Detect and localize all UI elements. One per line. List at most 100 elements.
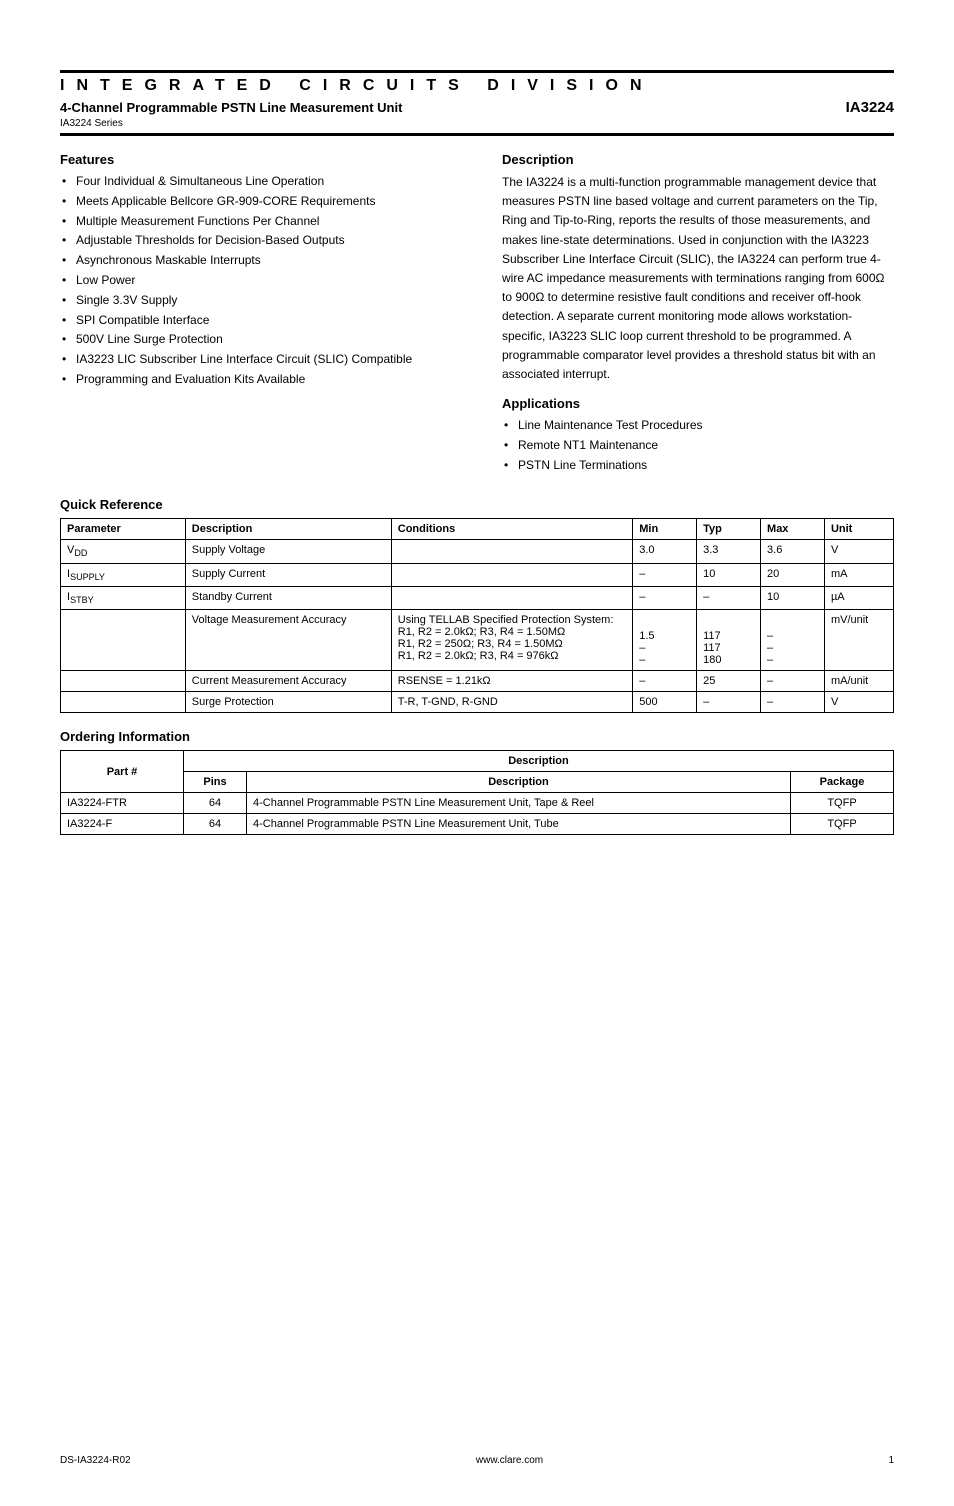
col-min: Min — [633, 519, 697, 540]
table-row: Surge Protection T-R, T-GND, R-GND 500 –… — [61, 692, 894, 713]
ordering-heading: Ordering Information — [60, 729, 894, 744]
col-typ: Typ — [697, 519, 761, 540]
cell: 500 — [633, 692, 697, 713]
doc-title: INTEGRATED CIRCUITS DIVISION — [60, 77, 894, 95]
cell: 20 — [761, 563, 825, 586]
page-footer: DS-IA3224-R02 www.clare.com 1 — [60, 1455, 894, 1466]
cell — [391, 563, 632, 586]
features-heading: Features — [60, 152, 452, 167]
table-row: IA3224-F 64 4-Channel Programmable PSTN … — [61, 814, 894, 835]
table-header-row: Parameter Description Conditions Min Typ… — [61, 519, 894, 540]
cell — [61, 692, 186, 713]
description-text: The IA3224 is a multi-function programma… — [502, 173, 894, 384]
cell: 117 117 180 — [697, 610, 761, 671]
feature-item: IA3223 LIC Subscriber Line Interface Cir… — [60, 351, 452, 368]
feature-item: Single 3.3V Supply — [60, 292, 452, 309]
feature-item: Asynchronous Maskable Interrupts — [60, 252, 452, 269]
feature-item: Meets Applicable Bellcore GR-909-CORE Re… — [60, 193, 452, 210]
cell: 3.0 — [633, 540, 697, 563]
cell: Supply Current — [185, 563, 391, 586]
cell: 64 — [184, 793, 247, 814]
ordering-table: Part # Description Pins Description Pack… — [60, 750, 894, 835]
col-part: Part # — [61, 751, 184, 793]
cell: – – – — [761, 610, 825, 671]
table-header-row: Part # Description — [61, 751, 894, 772]
feature-item: Adjustable Thresholds for Decision-Based… — [60, 232, 452, 249]
cell: 64 — [184, 814, 247, 835]
cell: Standby Current — [185, 586, 391, 609]
cell: – — [633, 586, 697, 609]
feature-item: Multiple Measurement Functions Per Chann… — [60, 213, 452, 230]
cell: Surge Protection — [185, 692, 391, 713]
cell: Using TELLAB Specified Protection System… — [391, 610, 632, 671]
cell: – — [697, 586, 761, 609]
cell: RSENSE = 1.21kΩ — [391, 671, 632, 692]
table-row: Voltage Measurement Accuracy Using TELLA… — [61, 610, 894, 671]
footer-code: DS-IA3224-R02 — [60, 1455, 131, 1466]
feature-item: 500V Line Surge Protection — [60, 331, 452, 348]
cell: – — [697, 692, 761, 713]
cell: µA — [824, 586, 893, 609]
cell: TQFP — [791, 814, 894, 835]
cell: 10 — [761, 586, 825, 609]
cell: 10 — [697, 563, 761, 586]
cell: Voltage Measurement Accuracy — [185, 610, 391, 671]
col-description: Description — [185, 519, 391, 540]
cell: ISUPPLY — [61, 563, 186, 586]
cell: 4-Channel Programmable PSTN Line Measure… — [247, 793, 791, 814]
col-desc: Description — [247, 772, 791, 793]
description-heading: Description — [502, 152, 894, 167]
application-item: PSTN Line Terminations — [502, 457, 894, 474]
cell — [391, 540, 632, 563]
cell: 1.5 – – — [633, 610, 697, 671]
cell: – — [761, 671, 825, 692]
features-list: Four Individual & Simultaneous Line Oper… — [60, 173, 452, 388]
footer-url: www.clare.com — [476, 1455, 543, 1466]
cell: 4-Channel Programmable PSTN Line Measure… — [247, 814, 791, 835]
cell: 3.6 — [761, 540, 825, 563]
cell: 25 — [697, 671, 761, 692]
series: IA3224 Series — [60, 118, 894, 129]
feature-item: Programming and Evaluation Kits Availabl… — [60, 371, 452, 388]
table-row: ISUPPLY Supply Current – 10 20 mA — [61, 563, 894, 586]
cell — [391, 586, 632, 609]
cell: IA3224-FTR — [61, 793, 184, 814]
col-conditions: Conditions — [391, 519, 632, 540]
subtitle: 4-Channel Programmable PSTN Line Measure… — [60, 100, 402, 115]
table-row: IA3224-FTR 64 4-Channel Programmable PST… — [61, 793, 894, 814]
col-package: Package — [791, 772, 894, 793]
cell: IA3224-F — [61, 814, 184, 835]
col-parameter: Parameter — [61, 519, 186, 540]
applications-heading: Applications — [502, 396, 894, 411]
application-item: Remote NT1 Maintenance — [502, 437, 894, 454]
part-number: IA3224 — [846, 99, 894, 116]
cell: – — [761, 692, 825, 713]
cell — [61, 671, 186, 692]
col-unit: Unit — [824, 519, 893, 540]
footer-page: 1 — [888, 1455, 894, 1466]
cell: mA — [824, 563, 893, 586]
col-max: Max — [761, 519, 825, 540]
cell: – — [633, 671, 697, 692]
table-row: ISTBY Standby Current – – 10 µA — [61, 586, 894, 609]
application-item: Line Maintenance Test Procedures — [502, 417, 894, 434]
feature-item: SPI Compatible Interface — [60, 312, 452, 329]
cell: 3.3 — [697, 540, 761, 563]
col-pins: Pins — [184, 772, 247, 793]
quickref-heading: Quick Reference — [60, 497, 894, 512]
table-subheader-row: Pins Description Package — [61, 772, 894, 793]
cell: mA/unit — [824, 671, 893, 692]
cell: V — [824, 692, 893, 713]
table-row: VDD Supply Voltage 3.0 3.3 3.6 V — [61, 540, 894, 563]
cell: ISTBY — [61, 586, 186, 609]
cell: TQFP — [791, 793, 894, 814]
applications-list: Line Maintenance Test Procedures Remote … — [502, 417, 894, 473]
feature-item: Low Power — [60, 272, 452, 289]
cell — [61, 610, 186, 671]
col-desc: Description — [184, 751, 894, 772]
cell: mV/unit — [824, 610, 893, 671]
cell: VDD — [61, 540, 186, 563]
table-row: Current Measurement Accuracy RSENSE = 1.… — [61, 671, 894, 692]
cell: V — [824, 540, 893, 563]
cell: T-R, T-GND, R-GND — [391, 692, 632, 713]
